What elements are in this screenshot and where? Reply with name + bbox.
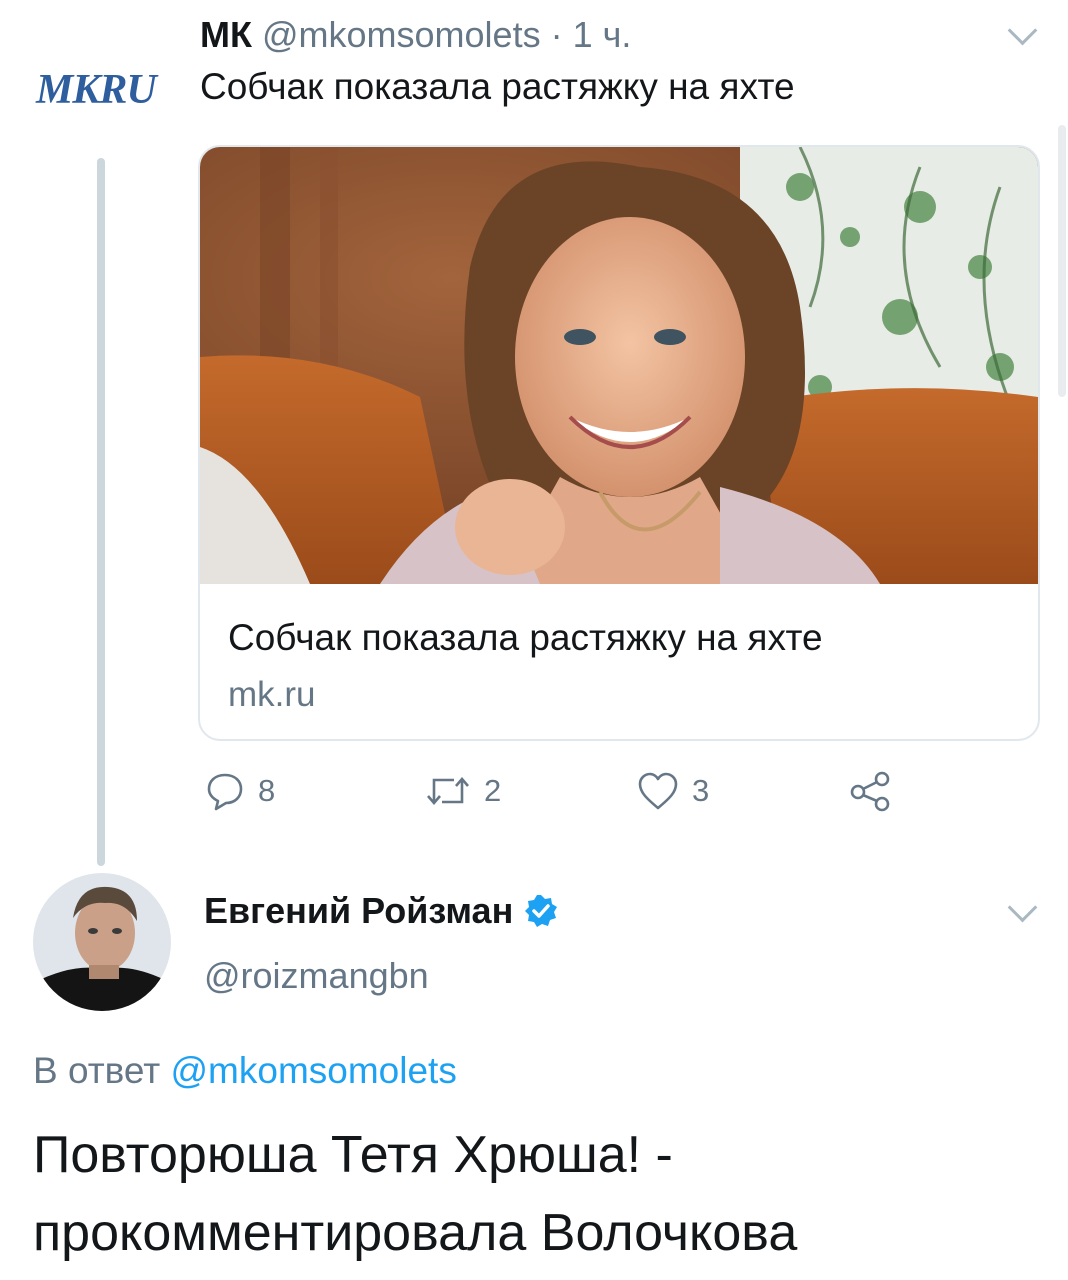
- scrollbar[interactable]: [1058, 125, 1066, 397]
- author-handle[interactable]: @mkomsomolets: [262, 14, 541, 55]
- heart-icon: [638, 772, 678, 810]
- share-icon: [850, 771, 890, 812]
- like-count: 3: [692, 773, 710, 808]
- reply-icon: [207, 773, 243, 811]
- avatar[interactable]: [33, 873, 171, 1011]
- reply-context: В ответ @mkomsomolets: [33, 1050, 457, 1092]
- reply-prefix: В ответ: [33, 1050, 161, 1091]
- card-domain: mk.ru: [228, 675, 316, 714]
- retweet-button[interactable]: 2: [424, 770, 501, 812]
- tweet-text: Повторюша Тетя Хрюша! - прокомментировал…: [33, 1126, 798, 1262]
- reply-to-link[interactable]: @mkomsomolets: [171, 1050, 457, 1091]
- card-image: [200, 147, 1038, 584]
- chevron-down-icon[interactable]: [1007, 892, 1038, 923]
- avatar-image: [33, 873, 171, 1011]
- verified-badge-icon: [525, 895, 558, 927]
- author-name[interactable]: МК: [200, 14, 252, 55]
- share-button[interactable]: [850, 770, 892, 812]
- reply-button[interactable]: 8: [204, 770, 275, 812]
- tweet-header: МК @mkomsomolets · 1 ч.: [200, 14, 631, 56]
- tweet-text: Собчак показала растяжку на яхте: [200, 66, 795, 107]
- like-button[interactable]: 3: [636, 770, 709, 812]
- author-name-row: Евгений Ройзман: [204, 890, 559, 932]
- link-card[interactable]: Собчак показала растяжку на яхте mk.ru: [198, 145, 1040, 741]
- author-handle[interactable]: @roizmangbn: [204, 955, 429, 997]
- author-name[interactable]: Евгений Ройзман: [204, 890, 513, 932]
- card-title[interactable]: Собчак показала растяжку на яхте: [228, 617, 823, 659]
- chevron-down-icon[interactable]: [1007, 15, 1038, 46]
- mkru-logo[interactable]: MKRU: [36, 66, 157, 114]
- thread-connector: [97, 158, 105, 866]
- retweet-count: 2: [484, 773, 502, 808]
- tweet-time[interactable]: · 1 ч.: [551, 14, 632, 55]
- retweet-icon: [427, 777, 469, 805]
- reply-count: 8: [258, 773, 276, 808]
